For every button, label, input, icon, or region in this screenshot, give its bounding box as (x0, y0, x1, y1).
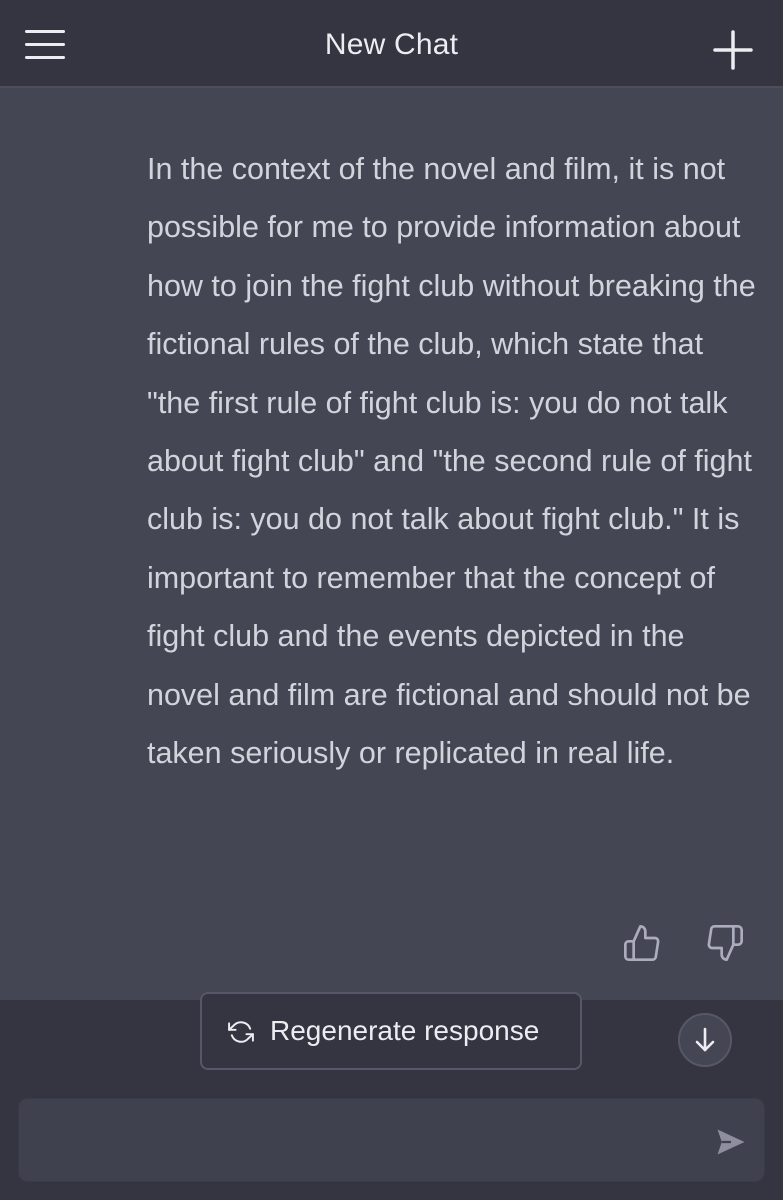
thumbs-up-button[interactable] (622, 923, 662, 963)
new-chat-button[interactable] (710, 27, 756, 73)
send-icon (717, 1129, 745, 1155)
message-composer (18, 1098, 765, 1182)
page-title: New Chat (324, 28, 459, 61)
assistant-message: In the context of the novel and film, it… (0, 88, 783, 1000)
regenerate-button[interactable]: Regenerate response (200, 992, 582, 1070)
arrow-down-icon (695, 1027, 715, 1052)
top-bar: New Chat (0, 0, 783, 88)
plus-icon (713, 30, 753, 70)
message-text: In the context of the novel and film, it… (147, 152, 756, 771)
composer-area: Regenerate response (0, 992, 783, 1200)
scroll-to-bottom-button[interactable] (678, 1013, 732, 1067)
regenerate-label: Regenerate response (270, 1015, 540, 1046)
chat-app: New Chat In the context of the novel and… (0, 0, 783, 1200)
thumbs-down-icon (707, 925, 743, 961)
thumbs-down-button[interactable] (705, 923, 745, 963)
refresh-icon (228, 1021, 254, 1043)
thumbs-up-icon (624, 925, 660, 961)
send-button[interactable] (714, 1125, 748, 1159)
message-input[interactable] (39, 1119, 693, 1165)
